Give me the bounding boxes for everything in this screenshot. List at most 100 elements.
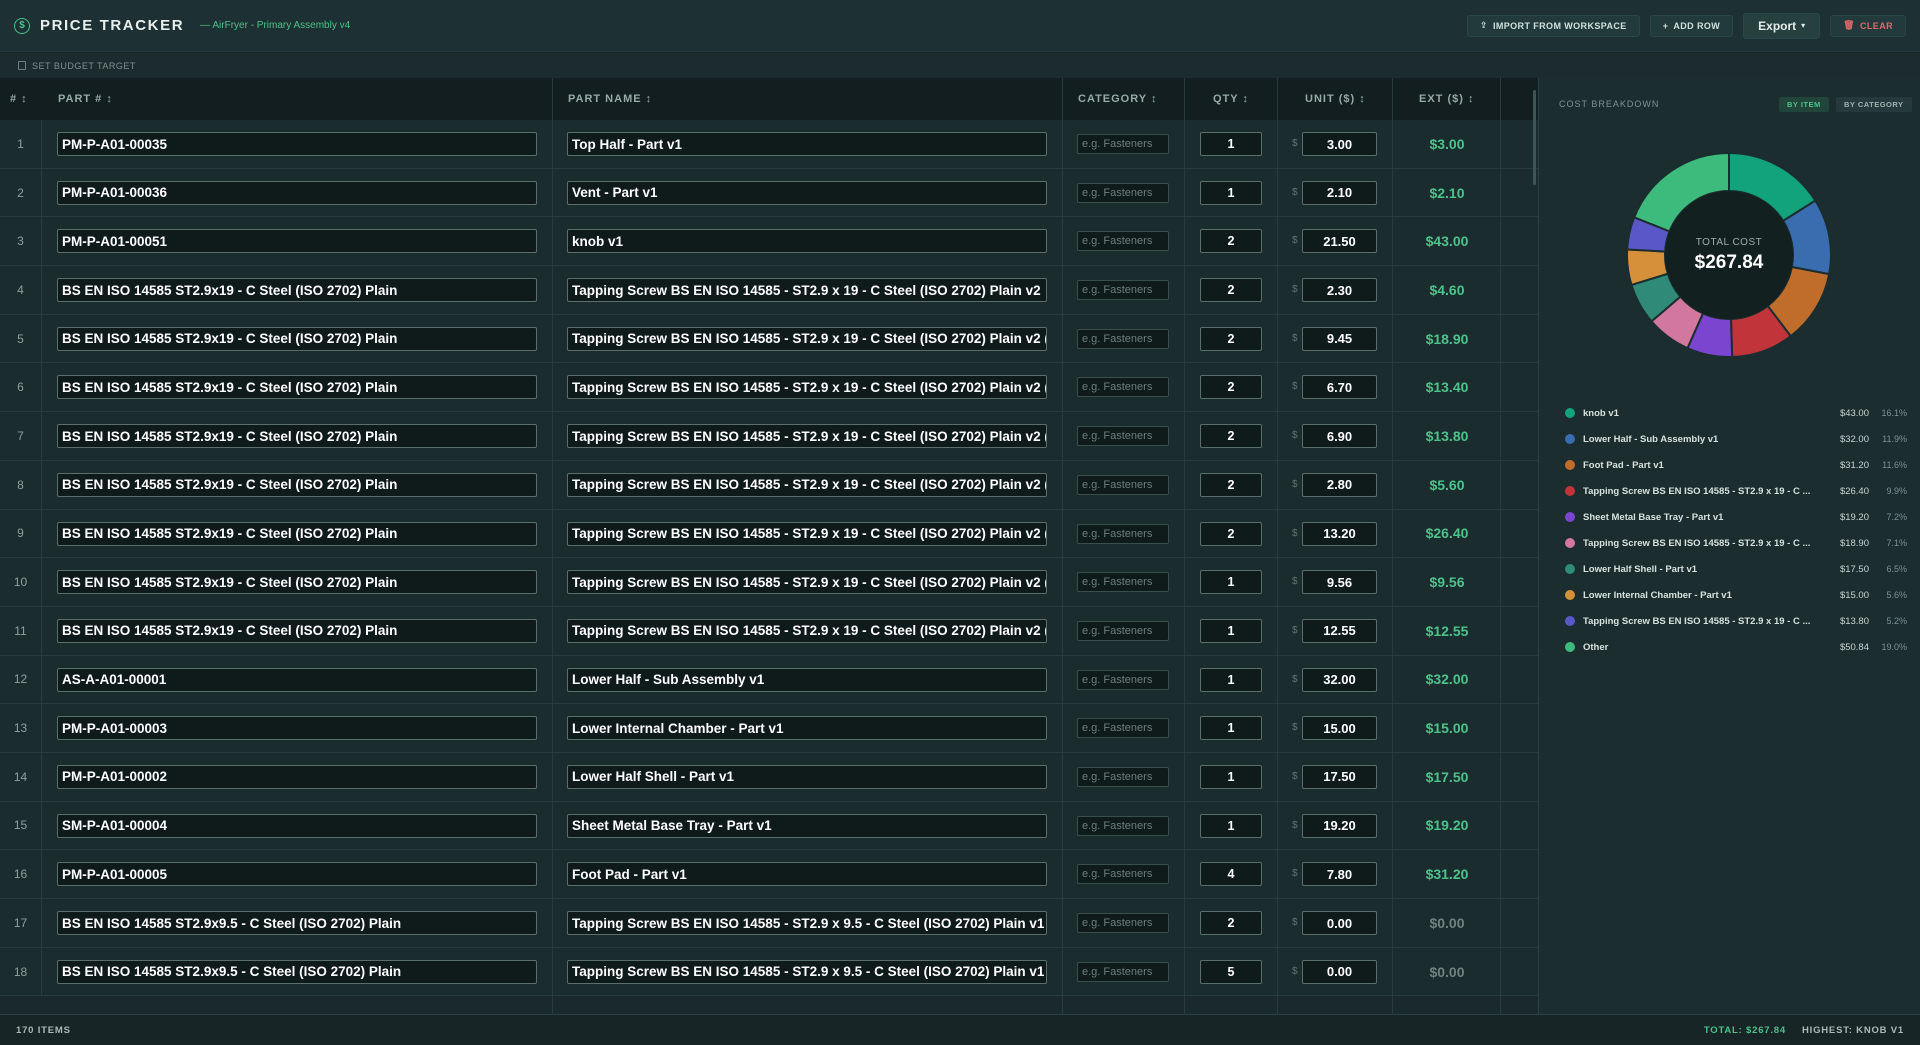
legend-item[interactable]: Tapping Screw BS EN ISO 14585 - ST2.9 x … [1565, 530, 1907, 556]
category-input[interactable]: e.g. Fasteners [1077, 328, 1169, 349]
qty-input[interactable]: 1 [1200, 180, 1262, 205]
legend-item[interactable]: Lower Internal Chamber - Part v1 $15.00 5.… [1565, 582, 1907, 608]
unit-price-input[interactable]: 9.56 [1302, 570, 1377, 595]
part-name-input[interactable]: Top Half - Part v1 [567, 132, 1047, 156]
part-name-input[interactable]: Lower Half Shell - Part v1 [567, 764, 1047, 789]
col-num[interactable]: # ↕ [10, 93, 28, 105]
unit-price-input[interactable]: 12.55 [1302, 618, 1377, 643]
part-number-input[interactable]: BS EN ISO 14585 ST2.9x19 - C Steel (ISO … [57, 278, 537, 303]
part-number-input[interactable]: BS EN ISO 14585 ST2.9x19 - C Steel (ISO … [57, 472, 537, 497]
qty-input[interactable]: 5 [1200, 959, 1262, 984]
legend-item[interactable]: Tapping Screw BS EN ISO 14585 - ST2.9 x … [1565, 478, 1907, 504]
part-name-input[interactable]: Tapping Screw BS EN ISO 14585 - ST2.9 x … [567, 959, 1047, 984]
part-number-input[interactable]: BS EN ISO 14585 ST2.9x19 - C Steel (ISO … [57, 326, 537, 351]
category-input[interactable]: e.g. Fasteners [1077, 523, 1169, 544]
by-item-toggle[interactable]: BY ITEM [1779, 97, 1829, 112]
clear-button[interactable]: 🗑 CLEAR [1830, 14, 1906, 37]
part-name-input[interactable]: Tapping Screw BS EN ISO 14585 - ST2.9 x … [567, 570, 1047, 595]
part-number-input[interactable]: SM-P-A01-00004 [57, 813, 537, 838]
category-input[interactable]: e.g. Fasteners [1077, 134, 1169, 154]
part-number-input[interactable]: PM-P-A01-00051 [57, 229, 537, 254]
unit-price-input[interactable]: 13.20 [1302, 521, 1377, 546]
category-input[interactable]: e.g. Fasteners [1077, 718, 1169, 739]
unit-price-input[interactable]: 7.80 [1302, 862, 1377, 887]
col-qty[interactable]: QTY ↕ [1213, 93, 1249, 105]
unit-price-input[interactable]: 0.00 [1302, 959, 1377, 984]
legend-item[interactable]: Lower Half - Sub Assembly v1 $32.00 11.9% [1565, 426, 1907, 452]
qty-input[interactable]: 2 [1200, 472, 1262, 497]
category-input[interactable]: e.g. Fasteners [1077, 280, 1169, 301]
part-name-input[interactable]: Tapping Screw BS EN ISO 14585 - ST2.9 x … [567, 326, 1047, 351]
part-name-input[interactable]: Foot Pad - Part v1 [567, 862, 1047, 887]
unit-price-input[interactable]: 6.90 [1302, 424, 1377, 449]
category-input[interactable]: e.g. Fasteners [1077, 426, 1169, 447]
by-category-toggle[interactable]: BY CATEGORY [1836, 97, 1912, 112]
category-input[interactable]: e.g. Fasteners [1077, 766, 1169, 787]
part-number-input[interactable]: PM-P-A01-00035 [57, 132, 537, 156]
add-row-button[interactable]: + ADD ROW [1649, 14, 1734, 37]
qty-input[interactable]: 1 [1200, 618, 1262, 643]
qty-input[interactable]: 2 [1200, 229, 1262, 254]
col-part-name[interactable]: PART NAME ↕ [568, 93, 652, 105]
col-part-number[interactable]: PART # ↕ [58, 93, 113, 105]
qty-input[interactable]: 2 [1200, 278, 1262, 303]
table-scrollbar[interactable] [1533, 90, 1536, 185]
unit-price-input[interactable]: 2.80 [1302, 472, 1377, 497]
part-name-input[interactable]: Sheet Metal Base Tray - Part v1 [567, 813, 1047, 838]
qty-input[interactable]: 1 [1200, 764, 1262, 789]
part-number-input[interactable]: BS EN ISO 14585 ST2.9x19 - C Steel (ISO … [57, 618, 537, 643]
qty-input[interactable]: 1 [1200, 716, 1262, 741]
col-category[interactable]: CATEGORY ↕ [1078, 93, 1157, 105]
qty-input[interactable]: 4 [1200, 862, 1262, 887]
part-name-input[interactable]: knob v1 [567, 229, 1047, 254]
category-input[interactable]: e.g. Fasteners [1077, 474, 1169, 495]
part-name-input[interactable]: Tapping Screw BS EN ISO 14585 - ST2.9 x … [567, 911, 1047, 935]
category-input[interactable]: e.g. Fasteners [1077, 572, 1169, 593]
import-workspace-button[interactable]: ⇪ IMPORT FROM WORKSPACE [1467, 14, 1640, 37]
part-number-input[interactable]: PM-P-A01-00002 [57, 764, 537, 789]
part-name-input[interactable]: Lower Internal Chamber - Part v1 [567, 716, 1047, 741]
category-input[interactable]: e.g. Fasteners [1077, 815, 1169, 836]
part-number-input[interactable]: BS EN ISO 14585 ST2.9x9.5 - C Steel (ISO… [57, 959, 537, 984]
part-name-input[interactable]: Lower Half - Sub Assembly v1 [567, 667, 1047, 692]
part-number-input[interactable]: BS EN ISO 14585 ST2.9x9.5 - C Steel (ISO… [57, 911, 537, 935]
qty-input[interactable]: 2 [1200, 326, 1262, 351]
category-input[interactable]: e.g. Fasteners [1077, 377, 1169, 398]
qty-input[interactable]: 2 [1200, 375, 1262, 400]
part-number-input[interactable]: BS EN ISO 14585 ST2.9x19 - C Steel (ISO … [57, 521, 537, 546]
category-input[interactable]: e.g. Fasteners [1077, 669, 1169, 690]
unit-price-input[interactable]: 9.45 [1302, 326, 1377, 351]
unit-price-input[interactable]: 2.30 [1302, 278, 1377, 303]
part-name-input[interactable]: Tapping Screw BS EN ISO 14585 - ST2.9 x … [567, 375, 1047, 400]
part-number-input[interactable]: PM-P-A01-00005 [57, 862, 537, 887]
unit-price-input[interactable]: 32.00 [1302, 667, 1377, 692]
unit-price-input[interactable]: 17.50 [1302, 764, 1377, 789]
part-name-input[interactable]: Tapping Screw BS EN ISO 14585 - ST2.9 x … [567, 472, 1047, 497]
legend-item[interactable]: Lower Half Shell - Part v1 $17.50 6.5% [1565, 556, 1907, 582]
qty-input[interactable]: 2 [1200, 521, 1262, 546]
unit-price-input[interactable]: 0.00 [1302, 911, 1377, 935]
part-name-input[interactable]: Tapping Screw BS EN ISO 14585 - ST2.9 x … [567, 521, 1047, 546]
part-name-input[interactable]: Vent - Part v1 [567, 180, 1047, 205]
part-number-input[interactable]: PM-P-A01-00003 [57, 716, 537, 741]
legend-item[interactable]: Other $50.84 19.0% [1565, 634, 1907, 660]
qty-input[interactable]: 1 [1200, 132, 1262, 156]
part-name-input[interactable]: Tapping Screw BS EN ISO 14585 - ST2.9 x … [567, 618, 1047, 643]
qty-input[interactable]: 1 [1200, 667, 1262, 692]
part-number-input[interactable]: BS EN ISO 14585 ST2.9x19 - C Steel (ISO … [57, 570, 537, 595]
unit-price-input[interactable]: 3.00 [1302, 132, 1377, 156]
col-unit[interactable]: UNIT ($) ↕ [1305, 93, 1366, 105]
category-input[interactable]: e.g. Fasteners [1077, 913, 1169, 933]
legend-item[interactable]: Tapping Screw BS EN ISO 14585 - ST2.9 x … [1565, 608, 1907, 634]
qty-input[interactable]: 1 [1200, 570, 1262, 595]
part-number-input[interactable]: AS-A-A01-00001 [57, 667, 537, 692]
part-number-input[interactable]: PM-P-A01-00036 [57, 180, 537, 205]
export-button[interactable]: Export ▾ [1743, 12, 1821, 39]
part-name-input[interactable]: Tapping Screw BS EN ISO 14585 - ST2.9 x … [567, 424, 1047, 449]
qty-input[interactable]: 2 [1200, 911, 1262, 935]
category-input[interactable]: e.g. Fasteners [1077, 231, 1169, 252]
qty-input[interactable]: 2 [1200, 424, 1262, 449]
unit-price-input[interactable]: 2.10 [1302, 180, 1377, 205]
part-number-input[interactable]: BS EN ISO 14585 ST2.9x19 - C Steel (ISO … [57, 424, 537, 449]
part-name-input[interactable]: Tapping Screw BS EN ISO 14585 - ST2.9 x … [567, 278, 1047, 303]
